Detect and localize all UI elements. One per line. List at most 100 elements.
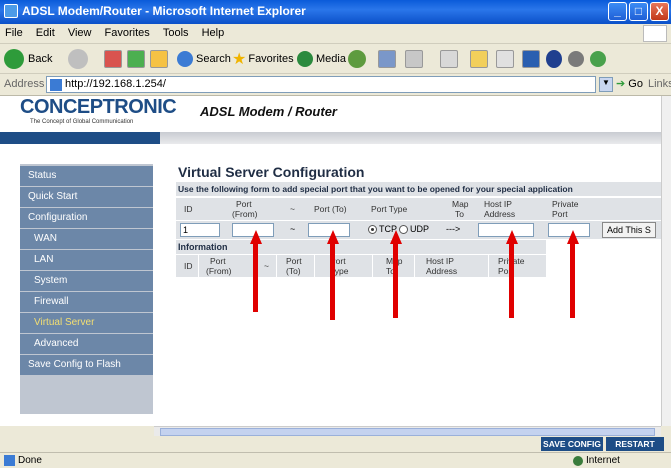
refresh-icon <box>127 50 145 68</box>
header-host-ip-1: Host IP <box>484 199 512 209</box>
favorites-star-icon: ★ <box>232 51 247 68</box>
sidebar-item-configuration[interactable]: Configuration <box>20 208 153 228</box>
go-button[interactable]: ➔ Go <box>616 77 643 90</box>
favorites-button[interactable]: ★ Favorites <box>232 48 294 70</box>
edit-button[interactable] <box>440 48 458 70</box>
forward-arrow-icon <box>68 49 88 69</box>
column-divider <box>198 255 199 277</box>
close-button[interactable]: X <box>650 2 669 21</box>
sidebar-item-advanced[interactable]: Advanced <box>20 334 153 354</box>
minimize-button[interactable]: _ <box>608 2 627 21</box>
media-button[interactable]: Media <box>297 48 346 70</box>
scrollbar-thumb[interactable] <box>160 428 655 436</box>
menu-view[interactable]: View <box>63 24 97 42</box>
ie-icon <box>4 4 18 18</box>
refresh-button[interactable] <box>127 48 145 70</box>
sidebar-item-quick-start[interactable]: Quick Start <box>20 187 153 207</box>
address-input[interactable]: http://192.168.1.254/ <box>46 76 596 93</box>
address-bar: Address http://192.168.1.254/ ▼ ➔ Go Lin… <box>0 74 671 96</box>
sidebar-item-lan[interactable]: LAN <box>20 250 153 270</box>
menu-file[interactable]: File <box>0 24 28 42</box>
header-private-port-1: Private <box>552 199 579 209</box>
discuss-button[interactable] <box>496 48 514 70</box>
forward-button[interactable] <box>68 48 88 70</box>
header-port-to: Port (To) <box>314 204 347 214</box>
stop-icon <box>104 50 122 68</box>
zone-label: Internet <box>586 455 620 466</box>
bluetooth-button[interactable] <box>546 48 562 70</box>
msn-button[interactable] <box>590 48 606 70</box>
sidebar-item-status[interactable]: Status <box>20 166 153 186</box>
research-button[interactable] <box>522 48 540 70</box>
status-text: Done <box>18 455 42 466</box>
search-button[interactable]: Search <box>177 48 231 70</box>
add-this-setting-button[interactable]: Add This S <box>602 222 656 238</box>
restart-button[interactable]: RESTART <box>606 437 664 451</box>
horizontal-scrollbar[interactable] <box>154 426 661 436</box>
print-button[interactable] <box>405 48 423 70</box>
messenger-button[interactable] <box>568 48 584 70</box>
back-arrow-icon <box>4 49 24 69</box>
arrow-shaft <box>253 244 258 312</box>
media-label: Media <box>316 53 346 65</box>
header-map-to-2: To <box>455 209 464 219</box>
header-host-ip-2: Address <box>484 209 516 219</box>
header-id: ID <box>184 204 193 214</box>
save-config-button[interactable]: SAVE CONFIG <box>541 437 603 451</box>
sidebar-item-wan[interactable]: WAN <box>20 229 153 249</box>
menu-edit[interactable]: Edit <box>31 24 60 42</box>
back-button[interactable]: Back <box>4 48 52 70</box>
column-divider <box>488 255 489 277</box>
folder-button[interactable] <box>470 48 488 70</box>
form-input-row: 1 ~ TCP UDP ---> Add This S <box>176 221 661 239</box>
info-port-to-1: Port <box>286 256 302 266</box>
sidebar-item-virtual-server[interactable]: Virtual Server <box>20 313 153 333</box>
status-bar: Done Internet <box>0 452 671 468</box>
print-icon <box>405 50 423 68</box>
stop-button[interactable] <box>104 48 122 70</box>
menu-tools[interactable]: Tools <box>158 24 194 42</box>
title-bar: ADSL Modem/Router - Microsoft Internet E… <box>0 0 671 24</box>
info-port-from-1: Port <box>210 256 226 266</box>
page-icon <box>50 79 62 91</box>
links-label[interactable]: Links <box>648 78 671 90</box>
id-input[interactable]: 1 <box>180 223 220 237</box>
address-dropdown-icon[interactable]: ▼ <box>599 77 613 92</box>
sidebar-item-system[interactable]: System <box>20 271 153 291</box>
info-host-ip-2: Address <box>426 266 458 276</box>
column-divider <box>314 255 315 277</box>
menu-bar: File Edit View Favorites Tools Help <box>0 24 671 44</box>
tcp-radio[interactable] <box>368 225 377 234</box>
menu-favorites[interactable]: Favorites <box>100 24 155 42</box>
sidebar-item-save-config[interactable]: Save Config to Flash <box>20 355 153 375</box>
media-icon <box>297 51 313 67</box>
page-title: ADSL Modem / Router <box>200 104 337 119</box>
discuss-icon <box>496 50 514 68</box>
arrow-head <box>327 230 339 244</box>
page-content: CONCEPTRONIC The Concept of Global Commu… <box>0 96 661 426</box>
information-header-row: ID Port (From) ~ Port (To) Port Type Map… <box>176 255 546 277</box>
header-band-blue <box>0 132 160 144</box>
header-port-type: Port Type <box>371 204 408 214</box>
history-icon <box>348 50 366 68</box>
info-port-from-2: (From) <box>206 266 232 276</box>
history-button[interactable] <box>348 48 366 70</box>
mail-icon <box>378 50 396 68</box>
info-port-to-2: (To) <box>286 266 301 276</box>
maximize-button[interactable]: □ <box>629 2 648 21</box>
info-id: ID <box>184 261 193 271</box>
search-label: Search <box>196 53 231 65</box>
mail-button[interactable] <box>378 48 396 70</box>
address-url: http://192.168.1.254/ <box>65 78 166 90</box>
menu-help[interactable]: Help <box>197 24 230 42</box>
sidebar-item-firewall[interactable]: Firewall <box>20 292 153 312</box>
brand-tagline: The Concept of Global Communication <box>30 119 134 125</box>
arrow-head <box>567 230 579 244</box>
vertical-scrollbar[interactable] <box>661 96 671 426</box>
edit-icon <box>440 50 458 68</box>
arrow-shaft <box>509 244 514 318</box>
udp-label: UDP <box>410 224 430 234</box>
info-host-ip-1: Host IP <box>426 256 454 266</box>
home-button[interactable] <box>150 48 168 70</box>
go-arrow-icon: ➔ <box>616 78 626 90</box>
